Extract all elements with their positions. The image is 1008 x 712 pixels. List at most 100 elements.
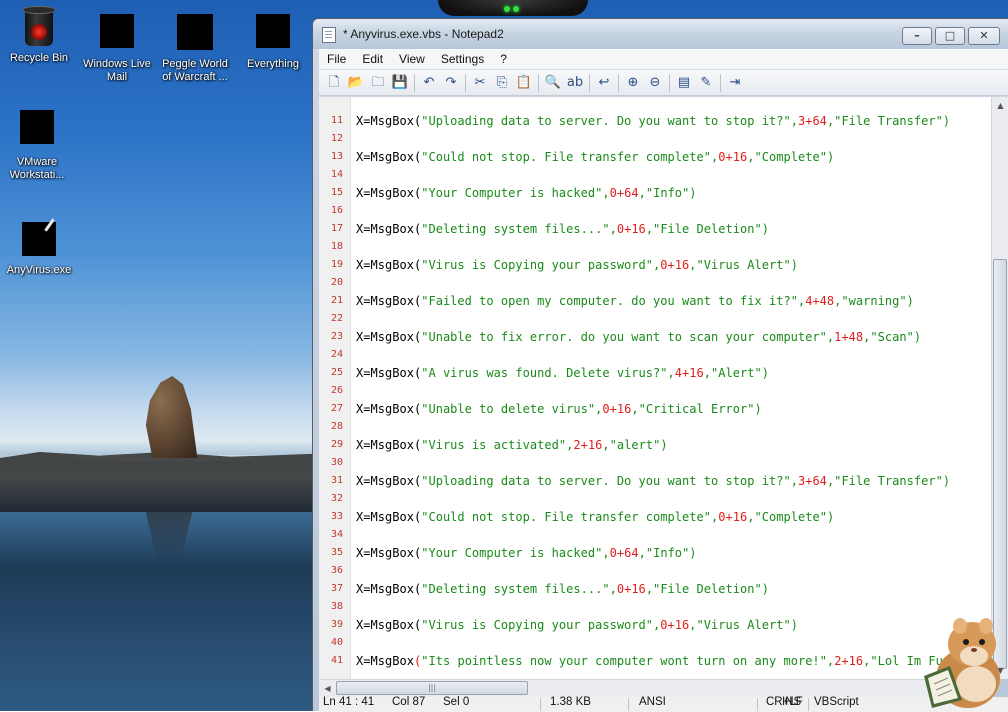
code-line[interactable]: 32 xyxy=(319,490,991,508)
vmware-icon xyxy=(20,102,60,144)
code-line[interactable]: 33 X=MsgBox("Could not stop. File transfe… xyxy=(319,508,991,526)
copy-icon[interactable]: ⎘ xyxy=(493,74,511,92)
browse-icon[interactable]: 🗀 xyxy=(369,74,387,92)
status-divider xyxy=(628,698,629,711)
vertical-scrollbar[interactable]: ▲ ▼ xyxy=(991,97,1008,679)
find-icon[interactable]: 🔍 xyxy=(544,74,562,92)
word-wrap-icon[interactable]: ↩ xyxy=(595,74,613,92)
code-line[interactable]: 12 xyxy=(319,130,991,148)
desktop-icon-everything[interactable]: Everything xyxy=(234,6,312,71)
code-line[interactable]: 21 X=MsgBox("Failed to open my computer. … xyxy=(319,292,991,310)
code-line[interactable]: 17 X=MsgBox("Deleting system files...",0+… xyxy=(319,220,991,238)
scroll-up-icon[interactable]: ▲ xyxy=(992,97,1008,114)
title-bar[interactable]: * Anyvirus.exe.vbs - Notepad2 – □ ✕ xyxy=(313,19,1008,49)
desktop-icon-peggle[interactable]: Peggle World of Warcraft ... xyxy=(156,6,234,84)
button-flags-value: 0+16 xyxy=(660,258,690,272)
line-number: 18 xyxy=(330,241,343,252)
code-line[interactable]: 11 X=MsgBox("Uploading data to server. Do… xyxy=(319,112,991,130)
line-number: 14 xyxy=(330,169,343,180)
status-insert-mode[interactable]: INS xyxy=(782,696,801,708)
code-line[interactable]: 39 X=MsgBox("Virus is Copying your passwo… xyxy=(319,616,991,634)
status-encoding[interactable]: ANSI xyxy=(639,696,666,708)
code-line[interactable]: 35 X=MsgBox("Your Computer is hacked",0+6… xyxy=(319,544,991,562)
line-number: 33 xyxy=(330,511,343,522)
scheme-icon[interactable]: ▤ xyxy=(675,74,693,92)
hamster-reading-book-gadget[interactable] xyxy=(916,604,1008,711)
code-line[interactable]: 26 xyxy=(319,382,991,400)
horizontal-scrollbar[interactable]: ◀ ||| ▶ xyxy=(319,679,991,697)
code-text: X=MsgBox("Could not stop. File transfer … xyxy=(356,150,835,164)
close-button[interactable]: ✕ xyxy=(968,27,1000,45)
code-line[interactable]: 20 xyxy=(319,274,991,292)
open-folder-icon[interactable]: 📂 xyxy=(347,74,365,92)
desktop-icon-label: Peggle World of Warcraft ... xyxy=(162,58,228,83)
code-line[interactable]: 25 X=MsgBox("A virus was found. Delete vi… xyxy=(319,364,991,382)
paste-icon[interactable]: 📋 xyxy=(515,74,533,92)
msgbox-call: X=MsgBox( xyxy=(356,330,422,344)
undo-icon[interactable]: ↶ xyxy=(420,74,438,92)
code-text: X=MsgBox("Your Computer is hacked",0+64,… xyxy=(356,186,697,200)
title-string: warning xyxy=(848,294,900,308)
code-line[interactable]: 34 xyxy=(319,526,991,544)
line-number: 13 xyxy=(330,151,343,162)
code-line[interactable]: 28 xyxy=(319,418,991,436)
toolbar-separator xyxy=(589,73,590,92)
zoom-out-icon[interactable]: ⊖ xyxy=(646,74,664,92)
status-line-position[interactable]: Ln 41 : 41 xyxy=(323,696,374,708)
code-line[interactable]: 29 X=MsgBox("Virus is activated",2+16,"al… xyxy=(319,436,991,454)
code-line[interactable]: 38 xyxy=(319,598,991,616)
menu-edit[interactable]: Edit xyxy=(354,52,391,66)
menu-file[interactable]: File xyxy=(319,52,354,66)
status-lexer[interactable]: VBScript xyxy=(814,696,859,708)
minimize-button[interactable]: – xyxy=(902,27,932,45)
notepad-app-icon[interactable] xyxy=(322,27,336,43)
line-number: 16 xyxy=(330,205,343,216)
scroll-left-icon[interactable]: ◀ xyxy=(319,680,336,697)
cut-icon[interactable]: ✂ xyxy=(471,74,489,92)
code-line[interactable]: 23 X=MsgBox("Unable to fix error. do you … xyxy=(319,328,991,346)
line-number: 35 xyxy=(330,547,343,558)
menu-settings[interactable]: Settings xyxy=(433,52,492,66)
code-line[interactable]: 19 X=MsgBox("Virus is Copying your passwo… xyxy=(319,256,991,274)
button-flags-value: 0+16 xyxy=(718,150,748,164)
code-line[interactable]: 15 X=MsgBox("Your Computer is hacked",0+6… xyxy=(319,184,991,202)
button-flags-value: 4+48 xyxy=(805,294,835,308)
menu-view[interactable]: View xyxy=(391,52,433,66)
line-number: 28 xyxy=(330,421,343,432)
line-number: 12 xyxy=(330,133,343,144)
new-file-icon[interactable]: 🗋 xyxy=(325,74,343,92)
desktop-icon-label: VMware Workstati... xyxy=(9,156,65,181)
code-line[interactable]: 14 xyxy=(319,166,991,184)
top-dock-gadget xyxy=(438,0,588,16)
code-line[interactable]: 27 X=MsgBox("Unable to delete virus",0+16… xyxy=(319,400,991,418)
code-line[interactable]: 30 xyxy=(319,454,991,472)
code-editor[interactable]: 11 X=MsgBox("Uploading data to server. Do… xyxy=(319,97,991,679)
desktop-icon-recycle-bin[interactable]: Recycle Bin xyxy=(0,6,78,65)
code-line[interactable]: 40 xyxy=(319,634,991,652)
title-string: Scan xyxy=(877,330,907,344)
replace-icon[interactable]: ab xyxy=(566,74,584,92)
code-line[interactable]: 36 xyxy=(319,562,991,580)
desktop-icon-anyvirus[interactable]: AnyVirus.exe xyxy=(0,218,78,277)
customize-icon[interactable]: ✎ xyxy=(697,74,715,92)
msgbox-call: X=MsgBox( xyxy=(356,114,422,128)
maximize-button[interactable]: □ xyxy=(935,27,965,45)
code-line[interactable]: 18 xyxy=(319,238,991,256)
line-number: 32 xyxy=(330,493,343,504)
zoom-in-icon[interactable]: ⊕ xyxy=(624,74,642,92)
desktop-icon-windows-live-mail[interactable]: Windows Live Mail xyxy=(78,14,156,84)
code-line[interactable]: 16 xyxy=(319,202,991,220)
code-line[interactable]: 22 xyxy=(319,310,991,328)
redo-icon[interactable]: ↷ xyxy=(442,74,460,92)
code-line[interactable]: 31 X=MsgBox("Uploading data to server. Do… xyxy=(319,472,991,490)
code-line[interactable]: 41 X=MsgBox("Its pointless now your compu… xyxy=(319,652,991,670)
code-line[interactable]: 13 X=MsgBox("Could not stop. File transfe… xyxy=(319,148,991,166)
button-flags-value: 1+48 xyxy=(834,330,864,344)
code-line[interactable]: 37 X=MsgBox("Deleting system files...",0+… xyxy=(319,580,991,598)
exit-icon[interactable]: ⇥ xyxy=(726,74,744,92)
desktop-icon-vmware[interactable]: VMware Workstati... xyxy=(0,102,76,182)
save-icon[interactable]: 💾 xyxy=(391,74,409,92)
code-line[interactable]: 24 xyxy=(319,346,991,364)
menu-help[interactable]: ? xyxy=(492,52,515,66)
horizontal-scroll-thumb[interactable]: ||| xyxy=(336,681,528,695)
